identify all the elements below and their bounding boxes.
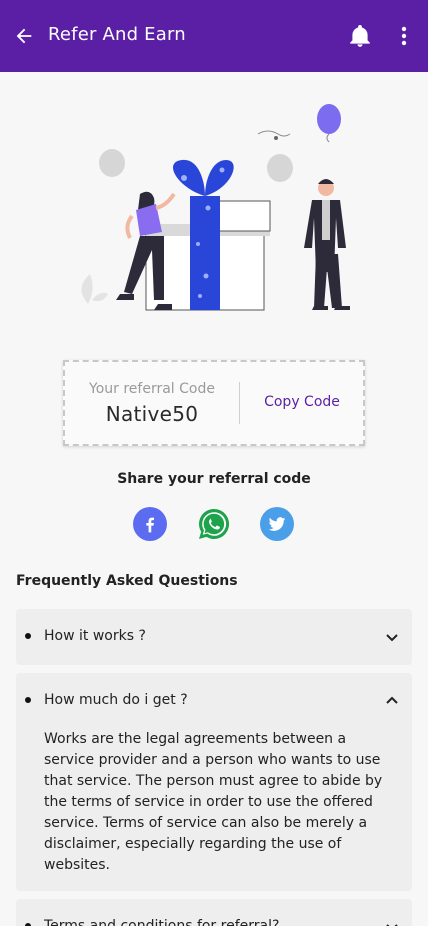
bullet-icon [25, 633, 31, 639]
share-twitter-button[interactable] [260, 507, 294, 541]
bell-icon [350, 24, 370, 47]
chevron-down-icon[interactable] [384, 919, 400, 926]
card-divider [239, 382, 240, 424]
share-whatsapp-button[interactable] [197, 507, 231, 541]
balloon-left [99, 149, 125, 177]
app-bar: Refer And Earn [0, 0, 428, 72]
faq-question-row[interactable]: How much do i get ? [16, 673, 412, 729]
faq-item[interactable]: Terms and conditions for referral? [16, 899, 412, 926]
more-vert-icon [401, 26, 407, 46]
copy-code-button[interactable]: Copy Code [241, 394, 363, 410]
share-facebook-button[interactable] [133, 507, 167, 541]
faq-question: How much do i get ? [44, 692, 188, 708]
faq-item[interactable]: How it works ? [16, 609, 412, 665]
chevron-down-icon[interactable] [384, 629, 400, 645]
faq-question: How it works ? [44, 628, 146, 644]
bullet-icon [25, 697, 31, 703]
facebook-icon [146, 517, 154, 533]
referral-code-value: Native50 [105, 402, 199, 426]
share-title: Share your referral code [117, 471, 311, 487]
faq-question-row[interactable]: How it works ? [16, 609, 412, 665]
faq-question: Terms and conditions for referral? [44, 918, 280, 926]
twitter-icon [268, 517, 286, 531]
faq-question-row[interactable]: Terms and conditions for referral? [16, 899, 412, 926]
faq-answer: Works are the legal agreements between a… [44, 731, 383, 873]
faq-item[interactable]: How much do i get ? Works are the legal … [16, 673, 412, 891]
more-options-button[interactable] [392, 20, 416, 52]
whatsapp-icon [199, 508, 230, 539]
referral-code-label: Your referral Code [89, 381, 215, 397]
balloon-middle [267, 154, 293, 182]
referral-gift-illustration [81, 104, 350, 311]
arrow-back-icon [16, 28, 32, 44]
faq-title: Frequently Asked Questions [16, 573, 238, 589]
notifications-button[interactable] [344, 20, 376, 52]
chevron-up-icon[interactable] [384, 693, 400, 709]
back-button[interactable] [10, 22, 38, 50]
referral-code-card: Your referral Code Native50 Copy Code [63, 360, 365, 446]
balloon-purple [317, 104, 341, 134]
page-title: Refer And Earn [48, 24, 186, 45]
